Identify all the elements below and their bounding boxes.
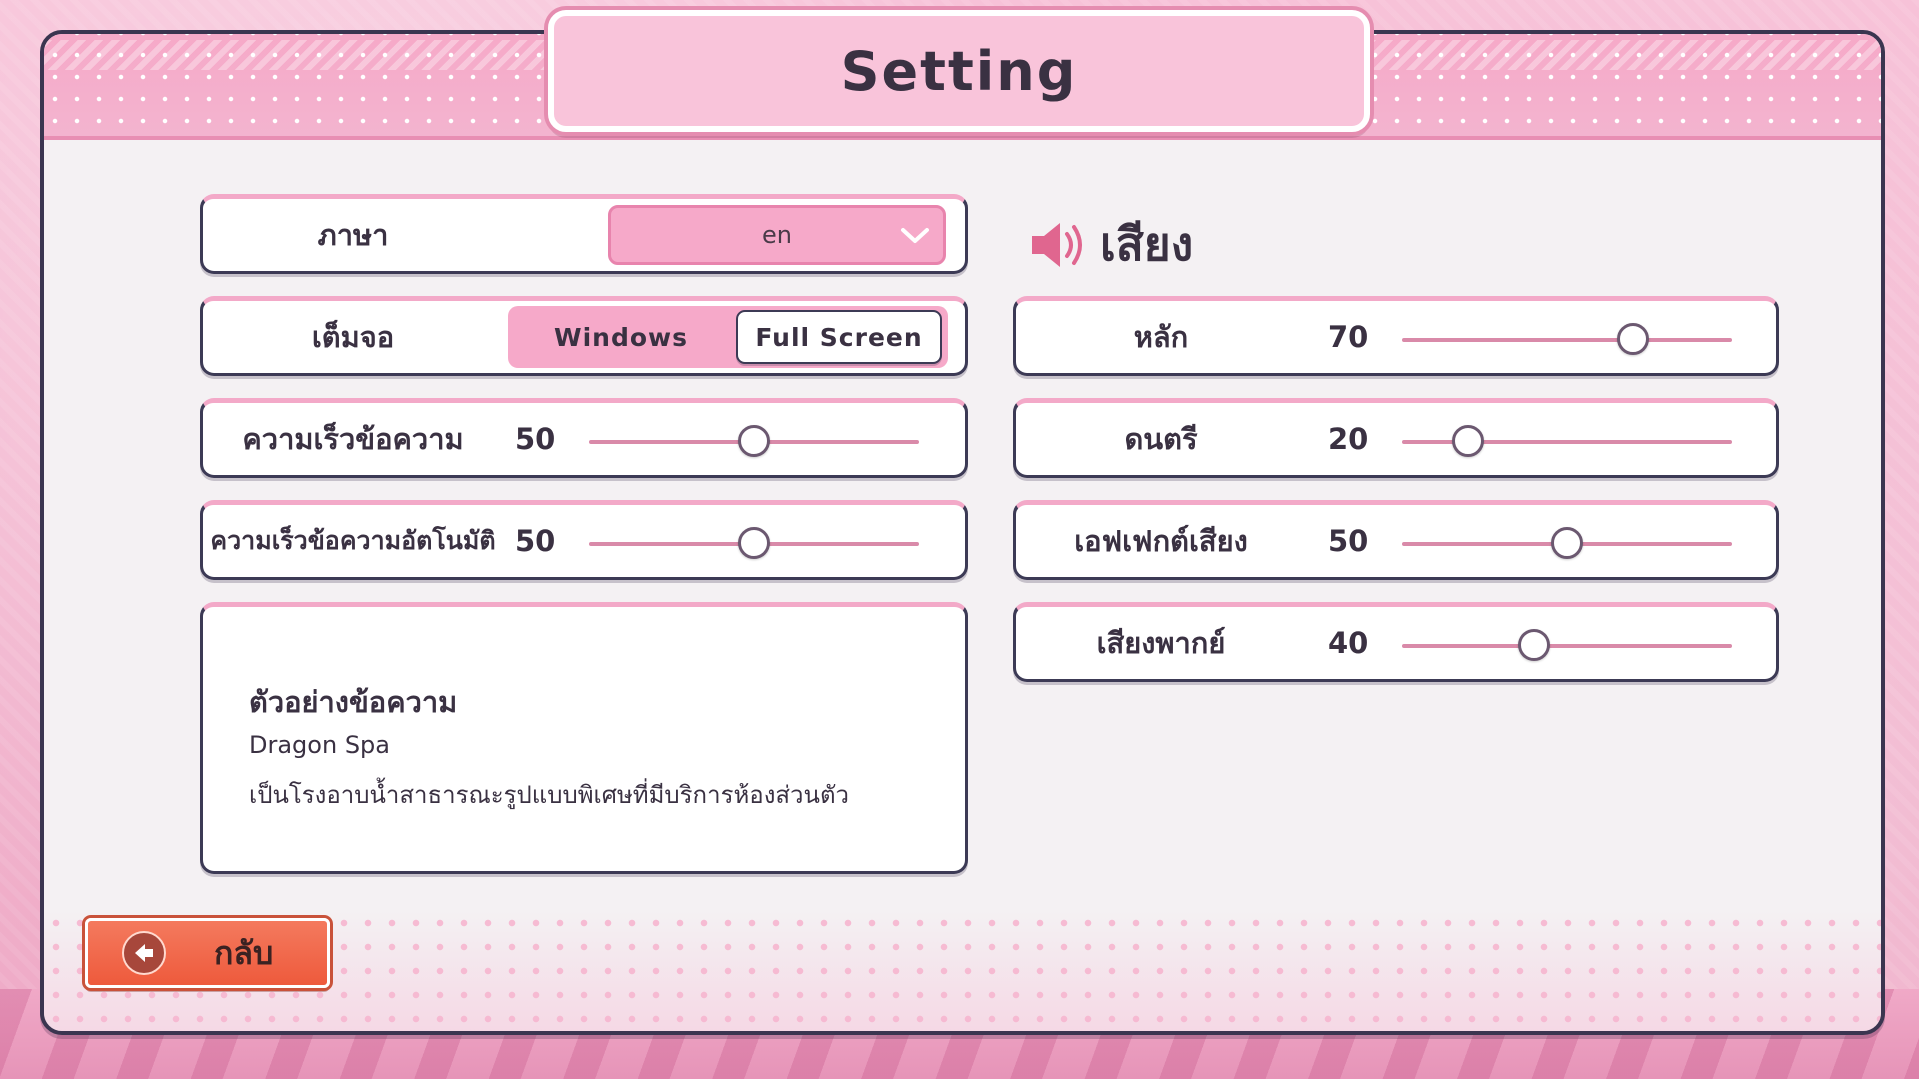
auto-speed-label: ความเร็วข้อความอัตโนมัติ bbox=[210, 526, 496, 555]
sound-row-sfx: เอฟเฟกต์เสียง 50 bbox=[1013, 500, 1779, 580]
text-speed-row: ความเร็วข้อความ 50 bbox=[200, 398, 968, 478]
text-speed-label: ความเร็วข้อความ bbox=[242, 422, 464, 456]
back-button[interactable]: กลับ bbox=[85, 918, 330, 988]
music-volume-slider[interactable] bbox=[1402, 425, 1732, 457]
fullscreen-label: เต็มจอ bbox=[311, 320, 395, 354]
auto-speed-row: ความเร็วข้อความอัตโนมัติ 50 bbox=[200, 500, 968, 580]
auto-speed-value: 50 bbox=[515, 524, 556, 558]
voice-volume-slider[interactable] bbox=[1402, 629, 1732, 661]
fullscreen-row: เต็มจอ Windows Full Screen bbox=[200, 296, 968, 376]
sound-section-header: เสียง bbox=[1030, 208, 1193, 281]
fullscreen-toggle: Windows Full Screen bbox=[508, 306, 948, 368]
text-preview-box: ตัวอย่างข้อความ Dragon Spa เป็นโรงอาบน้ำ… bbox=[200, 602, 968, 874]
slider-knob[interactable] bbox=[1518, 629, 1550, 661]
language-dropdown[interactable]: en bbox=[608, 205, 946, 265]
sound-row-master: หลัก 70 bbox=[1013, 296, 1779, 376]
language-label: ภาษา bbox=[317, 218, 389, 252]
back-arrow-icon bbox=[122, 931, 166, 975]
language-row: ภาษา en bbox=[200, 194, 968, 274]
sound-row-music: ดนตรี 20 bbox=[1013, 398, 1779, 478]
slider-knob[interactable] bbox=[738, 527, 770, 559]
sfx-volume-value: 50 bbox=[1328, 524, 1369, 558]
voice-volume-value: 40 bbox=[1328, 626, 1369, 660]
voice-volume-label: เสียงพากย์ bbox=[1096, 626, 1226, 660]
music-volume-value: 20 bbox=[1328, 422, 1369, 456]
slider-knob[interactable] bbox=[738, 425, 770, 457]
slider-knob[interactable] bbox=[1452, 425, 1484, 457]
music-volume-label: ดนตรี bbox=[1124, 422, 1198, 456]
slider-knob[interactable] bbox=[1617, 323, 1649, 355]
windows-option[interactable]: Windows bbox=[516, 310, 726, 364]
sfx-volume-label: เอฟเฟกต์เสียง bbox=[1074, 524, 1248, 558]
sound-header-label: เสียง bbox=[1100, 217, 1194, 271]
preview-body-text: เป็นโรงอาบน้ำสาธารณะรูปแบบพิเศษที่มีบริก… bbox=[249, 781, 849, 809]
sfx-volume-slider[interactable] bbox=[1402, 527, 1732, 559]
auto-speed-slider[interactable] bbox=[589, 527, 919, 559]
text-speed-slider[interactable] bbox=[589, 425, 919, 457]
title-banner: Setting bbox=[548, 10, 1370, 132]
page-title: Setting bbox=[840, 39, 1078, 103]
preview-title: ตัวอย่างข้อความ bbox=[249, 685, 458, 719]
sound-row-voice: เสียงพากย์ 40 bbox=[1013, 602, 1779, 682]
master-volume-value: 70 bbox=[1328, 320, 1369, 354]
master-volume-slider[interactable] bbox=[1402, 323, 1732, 355]
speaker-icon bbox=[1032, 222, 1082, 267]
slider-knob[interactable] bbox=[1551, 527, 1583, 559]
master-volume-label: หลัก bbox=[1133, 320, 1189, 354]
fullscreen-option[interactable]: Full Screen bbox=[736, 310, 942, 364]
chevron-down-icon bbox=[901, 228, 929, 243]
language-value: en bbox=[762, 221, 792, 249]
preview-speaker-name: Dragon Spa bbox=[249, 731, 390, 759]
back-button-label: กลับ bbox=[214, 933, 274, 972]
text-speed-value: 50 bbox=[515, 422, 556, 456]
